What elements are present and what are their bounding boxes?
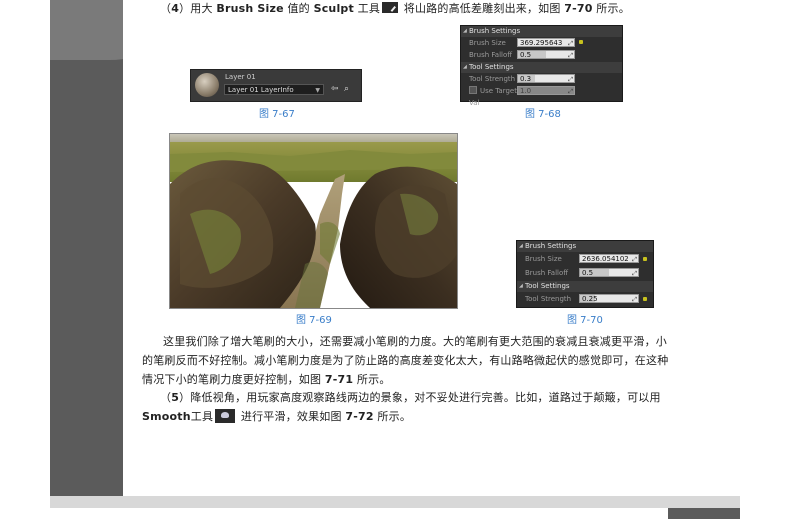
body-line-3: 情况下小的笔刷力度更好控制，如图 7-71 所示。 <box>142 370 391 390</box>
page-gap <box>50 496 740 508</box>
figure-caption: 图 7-68 <box>525 109 561 120</box>
reset-icon[interactable]: ⤢ <box>632 255 637 264</box>
page-side-decoration <box>50 0 123 496</box>
step-close-paren: ） <box>179 2 191 15</box>
arrow-left-icon[interactable]: ⇦ <box>331 84 339 94</box>
side-swoosh <box>50 0 123 60</box>
text: 所示。 <box>353 373 391 386</box>
brush-falloff-row: Brush Falloff 0.5 ⤢ <box>461 49 622 61</box>
brush-size-label: Brush Size <box>525 255 562 263</box>
brush-falloff-row: Brush Falloff 0.5 ⤢ <box>517 266 653 280</box>
brush-size-value: 369.295643 <box>520 39 563 47</box>
tool-strength-row: Tool Strength 0.3 ⤢ <box>461 73 622 85</box>
left-margin <box>0 0 50 519</box>
text: 工具 <box>353 2 381 15</box>
text: 用大 <box>190 2 217 15</box>
next-page-tab <box>668 508 740 519</box>
reset-icon[interactable]: ⤢ <box>568 87 573 96</box>
brush-falloff-slider[interactable]: 0.5 ⤢ <box>579 268 639 277</box>
text: 降低视角，用玩家高度观察路线两边的景象，对不妥处进行完善。比如，道路过于颠簸，可… <box>190 391 661 404</box>
brush-falloff-label: Brush Falloff <box>525 269 569 277</box>
brush-size-field[interactable]: 2636.054102 ⤢ <box>579 254 639 263</box>
step-open-paren: （ <box>160 2 172 15</box>
figure-caption: 图 7-67 <box>259 109 295 120</box>
settings-panel-7-70: Brush Settings Brush Size 2636.054102⤢ B… <box>516 240 654 308</box>
terrain-screenshot <box>169 133 458 309</box>
target-value-checkbox[interactable] <box>469 86 477 94</box>
step-5-line-1: （5）降低视角，用玩家高度观察路线两边的景象，对不妥处进行完善。比如，道路过于颠… <box>160 388 661 408</box>
settings-panel-7-68: Brush Settings Brush Size 369.295643 ⤢ Br… <box>460 25 623 107</box>
smooth-term: Smooth <box>142 410 191 423</box>
text: 值的 <box>283 2 314 15</box>
brush-falloff-slider[interactable]: 0.5 ⤢ <box>517 50 575 59</box>
brush-size-value: 2636.054102 <box>582 255 629 263</box>
sculpt-tool-icon <box>382 2 399 13</box>
figure-reference: 7-70 <box>564 2 593 15</box>
text: 所示。 <box>373 410 412 423</box>
right-margin <box>740 0 790 519</box>
target-value-row: Use Target Val 1.0 ⤢ <box>461 85 622 107</box>
brush-settings-header[interactable]: Brush Settings <box>517 241 653 252</box>
tool-strength-row: Tool Strength 0.25 ⤢ <box>517 292 653 306</box>
step-number: 5 <box>171 391 180 404</box>
tool-strength-value: 0.3 <box>520 75 532 83</box>
tool-strength-label: Tool Strength <box>469 75 516 83</box>
reset-icon[interactable]: ⤢ <box>568 39 573 48</box>
brush-size-term: Brush Size <box>216 2 284 15</box>
body-line-1: 这里我们除了增大笔刷的大小，还需要减小笔刷的力度。大的笔刷有更大范围的衰减且衰减… <box>163 335 667 348</box>
reset-icon[interactable]: ⤢ <box>568 51 573 60</box>
step-close-paren: ） <box>179 391 191 404</box>
tool-strength-slider[interactable]: 0.3 ⤢ <box>517 74 575 83</box>
figure-reference: 7-71 <box>324 373 354 386</box>
step-number: 4 <box>171 2 180 15</box>
brush-size-label: Brush Size <box>469 39 506 47</box>
tool-strength-value: 0.25 <box>582 295 598 303</box>
smooth-tool-icon <box>215 409 236 423</box>
brush-size-row: Brush Size 369.295643 ⤢ <box>461 37 622 49</box>
terrain-image <box>170 134 457 308</box>
text: 情况下小的笔刷力度更好控制，如图 <box>142 373 325 386</box>
tool-settings-header[interactable]: Tool Settings <box>517 281 653 292</box>
brush-falloff-value: 0.5 <box>582 269 594 277</box>
layer-thumbnail <box>195 73 219 97</box>
modified-indicator-icon <box>579 40 583 44</box>
layer-name: Layer 01 <box>225 73 256 81</box>
text: 进行平滑，效果如图 <box>237 410 346 423</box>
reset-icon[interactable]: ⤢ <box>632 269 637 278</box>
text: 工具 <box>190 410 214 423</box>
text: 所示。 <box>592 2 630 15</box>
layer-info-dropdown[interactable]: Layer 01 LayerInfo ▼ <box>224 84 324 95</box>
dropdown-arrow-icon: ▼ <box>315 87 320 94</box>
sculpt-term: Sculpt <box>313 2 354 15</box>
figure-caption: 图 7-70 <box>567 315 603 326</box>
brush-size-field[interactable]: 369.295643 ⤢ <box>517 38 575 47</box>
layer-info-label: Layer 01 LayerInfo <box>228 86 294 94</box>
tool-strength-label: Tool Strength <box>525 295 572 303</box>
figure-caption: 图 7-69 <box>296 315 332 326</box>
reset-icon[interactable]: ⤢ <box>632 295 637 304</box>
brush-falloff-label: Brush Falloff <box>469 51 513 59</box>
brush-falloff-value: 0.5 <box>520 51 532 59</box>
text: 将山路的高低差雕刻出来，如图 <box>400 2 565 15</box>
modified-indicator-icon <box>643 297 647 301</box>
body-line-2: 的笔刷反而不好控制。减小笔刷力度是为了防止路的高度差变化太大，有山路略微起伏的感… <box>142 354 669 367</box>
tool-strength-slider[interactable]: 0.25 ⤢ <box>579 294 639 303</box>
modified-indicator-icon <box>643 257 647 261</box>
reset-icon[interactable]: ⤢ <box>568 75 573 84</box>
target-value-field[interactable]: 1.0 ⤢ <box>517 86 575 95</box>
brush-size-row: Brush Size 2636.054102 ⤢ <box>517 252 653 266</box>
figure-reference: 7-72 <box>345 410 374 423</box>
tool-settings-header[interactable]: Tool Settings <box>461 62 622 73</box>
brush-settings-header[interactable]: Brush Settings <box>461 26 622 37</box>
search-icon[interactable]: ⌕ <box>344 84 349 94</box>
layer-selector-figure: Layer 01 Layer 01 LayerInfo ▼ ⇦ ⌕ <box>190 69 362 102</box>
target-value-label-wrap: Use Target Val <box>469 85 517 109</box>
step-5-line-2: Smooth工具 进行平滑，效果如图 7-72 所示。 <box>142 407 411 427</box>
step-open-paren: （ <box>160 391 172 404</box>
target-value-value: 1.0 <box>520 87 532 95</box>
step-4-paragraph: （4）用大 Brush Size 值的 Sculpt 工具 将山路的高低差雕刻出… <box>160 0 630 19</box>
next-page-edge <box>50 508 740 519</box>
